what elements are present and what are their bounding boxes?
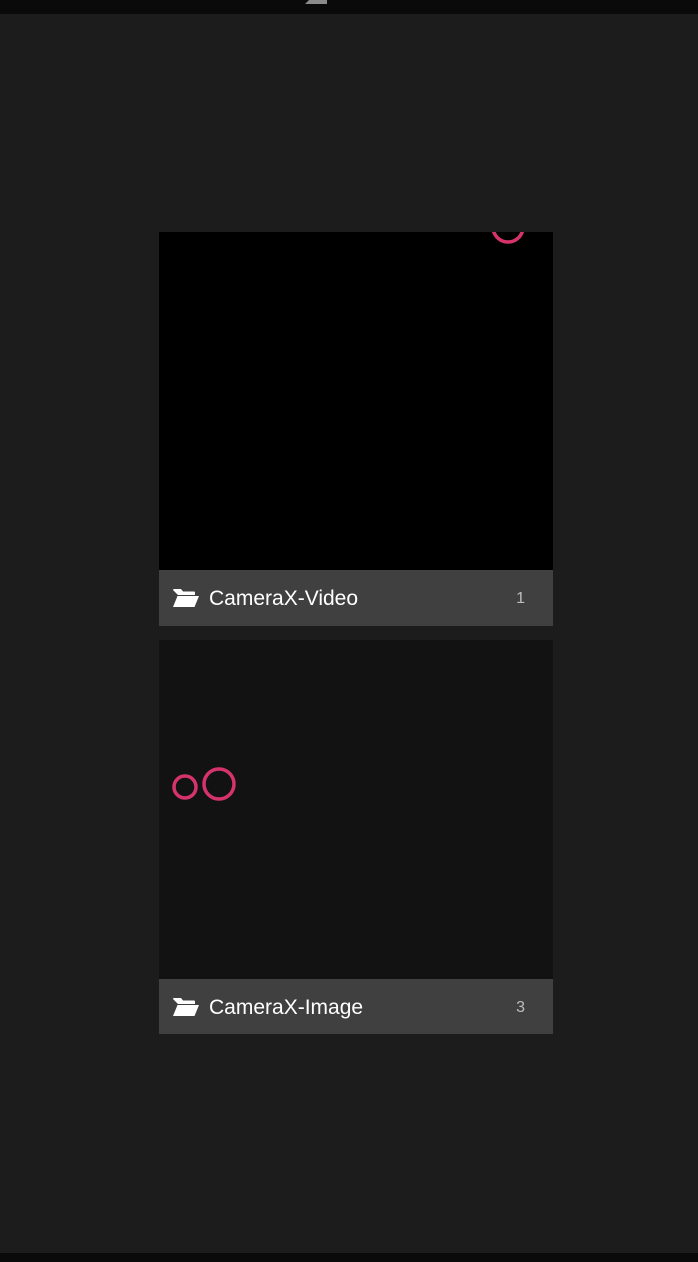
status-bar — [0, 0, 698, 14]
album-caption: CameraX-Video 1 — [159, 570, 553, 626]
thumbnail-preview — [172, 767, 236, 801]
album-card-camerax-image[interactable]: CameraX-Image 3 — [159, 640, 553, 1034]
thumbnail-preview — [492, 232, 524, 244]
album-card-camerax-video[interactable]: CameraX-Video 1 — [159, 232, 553, 626]
folder-open-icon — [173, 998, 199, 1016]
album-thumbnail — [159, 640, 553, 979]
album-count: 1 — [516, 590, 525, 607]
status-indicator-icon — [305, 0, 327, 4]
album-thumbnail — [159, 232, 553, 570]
album-caption: CameraX-Image 3 — [159, 979, 553, 1034]
album-name: CameraX-Image — [209, 996, 364, 1019]
navigation-bar — [0, 1253, 698, 1262]
album-name: CameraX-Video — [209, 587, 359, 610]
album-count: 3 — [516, 999, 525, 1016]
folder-open-icon — [173, 589, 199, 607]
